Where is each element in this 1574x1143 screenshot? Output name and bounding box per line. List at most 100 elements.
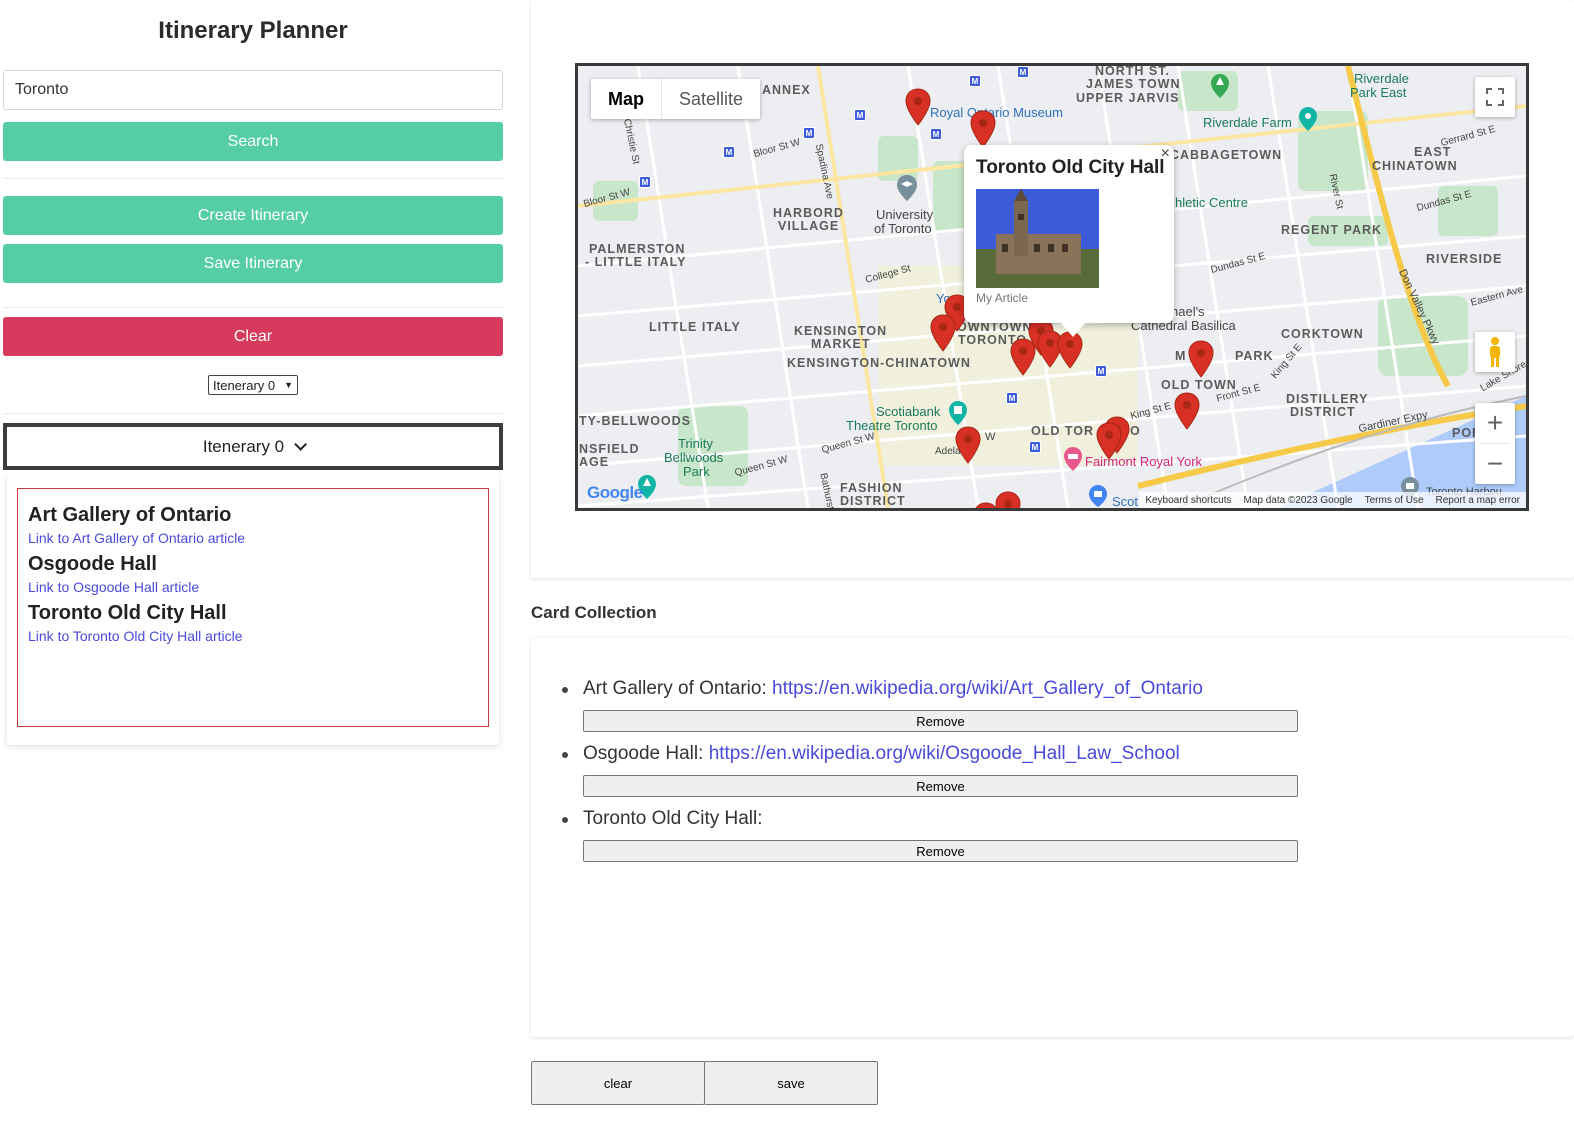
street-view-button[interactable] [1475,332,1515,372]
card-link[interactable]: https://en.wikipedia.org/wiki/Osgoode_Ha… [709,743,1180,764]
metro-icon: M [1029,441,1041,453]
map-type-control: Map Satellite [591,79,761,119]
map-marker-icon[interactable] [970,110,996,148]
map[interactable]: ANNEX NORTH ST. JAMES TOWN UPPER JARVIS … [575,63,1529,511]
landmark-icon [1089,485,1107,507]
map-label: Scotiabank [876,404,941,419]
map-marker-icon[interactable] [1188,340,1214,378]
map-marker-icon[interactable] [905,88,931,126]
theatre-icon [949,401,967,425]
metro-icon: M [723,146,735,158]
info-window-title: Toronto Old City Hall [976,157,1165,178]
map-label: W [985,431,996,443]
bullet [562,752,568,758]
search-input[interactable] [3,70,503,110]
metro-icon: M [854,109,866,121]
map-label: DISTRICT [840,494,906,508]
map-label: PARK [1235,349,1274,363]
map-marker-icon[interactable] [955,426,981,464]
school-icon [897,175,917,201]
map-label: of Toronto [874,221,932,236]
itinerary-item-title: Toronto Old City Hall [28,602,227,624]
itinerary-item-link[interactable]: Link to Art Gallery of Ontario article [28,529,478,547]
chevron-down-icon [294,438,308,451]
card-name: Toronto Old City Hall: [583,808,763,829]
map-label: Theatre Toronto [846,418,938,433]
info-window-caption: My Article [976,291,1029,305]
map-label: Trinity [678,436,713,451]
map-label: PALMERSTON [589,242,686,256]
map-label: LITTLE ITALY [649,320,741,334]
create-itinerary-button[interactable]: Create Itinerary [3,196,503,235]
map-label: CORKTOWN [1281,327,1364,341]
map-label: Riverdale Farm [1203,115,1292,130]
card-link[interactable]: https://en.wikipedia.org/wiki/Art_Galler… [772,678,1203,699]
bullet [562,817,568,823]
map-footer: Keyboard shortcuts Map data ©2023 Google… [1139,492,1526,508]
park-icon [1211,74,1229,98]
remove-button[interactable]: Remove [583,840,1298,862]
metro-icon: M [1006,392,1018,404]
card-line: Art Gallery of Ontario: https://en.wikip… [583,678,1203,700]
info-window-image [976,189,1099,288]
map-label: Park [683,464,710,479]
map-label: CABBAGETOWN [1170,148,1283,162]
map-type-satellite-button[interactable]: Satellite [662,79,760,119]
itinerary-panel: Art Gallery of Ontario Link to Art Galle… [7,473,499,745]
map-label: Park East [1350,85,1407,100]
card-line: Osgoode Hall: https://en.wikipedia.org/w… [583,743,1180,765]
map-label: TY-BELLWOODS [579,414,691,428]
zoom-control: + − [1475,403,1515,484]
hotel-icon [1064,447,1082,471]
map-marker-icon[interactable] [973,502,999,511]
map-label: Scot [1112,494,1139,509]
map-label: AGE [579,455,610,469]
map-marker-icon[interactable] [995,491,1021,511]
map-label: Bellwoods [664,450,724,465]
itinerary-dropdown[interactable]: Itenerary 0 [3,423,503,470]
zoom-in-button[interactable]: + [1475,403,1515,443]
bullet [562,687,568,693]
search-button[interactable]: Search [3,122,503,161]
clear-button[interactable]: Clear [3,317,503,356]
chevron-down-icon: ▼ [284,380,293,390]
map-label: hael's [1171,304,1205,319]
map-label: Riverdale [1354,71,1409,86]
map-label: RIVERSIDE [1426,252,1503,266]
terms-link[interactable]: Terms of Use [1359,495,1430,506]
map-label: VILLAGE [778,219,840,233]
save-itinerary-button[interactable]: Save Itinerary [3,244,503,283]
map-label: DISTILLERY [1286,392,1369,406]
save-collection-button[interactable]: save [704,1061,878,1105]
divider [3,307,503,308]
map-label: M [1175,349,1187,363]
remove-button[interactable]: Remove [583,710,1298,732]
itinerary-item-link[interactable]: Link to Osgoode Hall article [28,578,478,596]
map-label: HARBORD [773,206,844,220]
map-label: OLD TOR [1031,424,1095,438]
map-marker-icon[interactable] [1174,392,1200,430]
collection-card: Art Gallery of Ontario: https://en.wikip… [531,638,1574,1037]
collection-title: Card Collection [531,603,657,622]
google-logo-text: Google [587,483,643,502]
itinerary-select[interactable]: Itenerary 0 ▼ [208,375,298,395]
report-error-link[interactable]: Report a map error [1430,495,1526,506]
map-label: University [876,207,934,222]
close-icon[interactable]: × [1161,145,1170,163]
map-marker-icon[interactable] [1096,422,1122,460]
itinerary-item-link[interactable]: Link to Toronto Old City Hall article [28,627,478,645]
map-label: KENSINGTON [794,324,888,338]
pegman-icon [1490,337,1500,367]
keyboard-shortcuts-link[interactable]: Keyboard shortcuts [1139,495,1237,506]
metro-icon: M [969,75,981,87]
app-title: Itinerary Planner [158,17,348,44]
map-type-map-button[interactable]: Map [591,79,662,119]
clear-collection-button[interactable]: clear [531,1061,705,1105]
remove-button[interactable]: Remove [583,775,1298,797]
fullscreen-button[interactable] [1475,77,1515,117]
zoom-out-button[interactable]: − [1475,444,1515,484]
map-marker-icon[interactable] [930,314,956,352]
map-marker-icon[interactable] [1010,338,1036,376]
map-label: - LITTLE ITALY [585,255,687,269]
metro-icon: M [803,127,815,139]
